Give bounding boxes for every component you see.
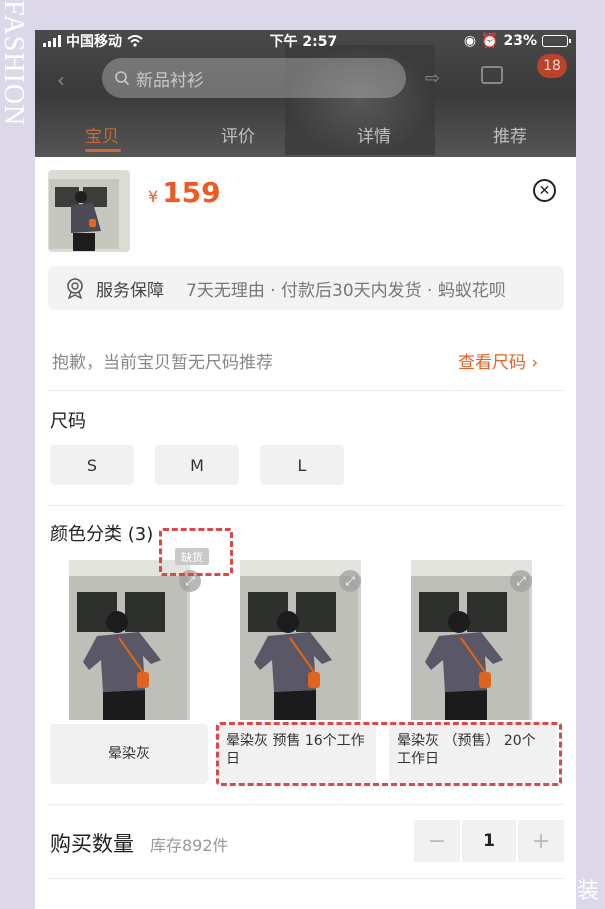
color-category-label: 颜色分类 (3) bbox=[50, 524, 154, 545]
divider bbox=[48, 804, 564, 805]
cart-icon[interactable] bbox=[481, 66, 503, 84]
battery-icon bbox=[542, 35, 571, 47]
highlight-box-presale bbox=[216, 722, 562, 786]
corner-decor-text: 装 bbox=[576, 879, 599, 904]
fashion-watermark: FASHION bbox=[0, 0, 29, 127]
search-input[interactable]: 新品衬衫 bbox=[102, 58, 406, 98]
active-tab-indicator bbox=[85, 149, 121, 152]
carrier-label: 中国移动 bbox=[66, 34, 122, 50]
status-bar: 中国移动 下午 2:57 ◉ ⏰ 23% bbox=[35, 30, 576, 52]
clock: 下午 2:57 bbox=[269, 34, 338, 50]
wifi-icon bbox=[127, 35, 143, 47]
price-value: 159 bbox=[162, 176, 221, 209]
tab-product[interactable]: 宝贝 bbox=[85, 122, 119, 147]
service-guarantee[interactable]: 服务保障 7天无理由 · 付款后30天内发货 · 蚂蚁花呗 bbox=[48, 266, 564, 310]
divider bbox=[48, 505, 564, 506]
signal-icon bbox=[43, 35, 61, 47]
divider bbox=[48, 878, 564, 879]
search-row: ‹ 新品衬衫 ⇨ 18 bbox=[35, 54, 576, 102]
service-desc: 7天无理由 · 付款后30天内发货 · 蚂蚁花呗 bbox=[186, 280, 506, 301]
phone-screen: 中国移动 下午 2:57 ◉ ⏰ 23% ‹ 新品衬衫 ⇨ 18 宝贝 评价 详… bbox=[35, 30, 576, 909]
alarm-icon: ⏰ bbox=[481, 33, 499, 49]
back-arrow-icon[interactable]: ‹ bbox=[57, 68, 65, 92]
stock-count: 库存892件 bbox=[150, 836, 229, 855]
service-title: 服务保障 bbox=[96, 280, 164, 301]
tab-recommend[interactable]: 推荐 bbox=[493, 122, 527, 147]
close-icon: ✕ bbox=[538, 182, 551, 199]
color-option-1[interactable]: 晕染灰 bbox=[50, 724, 208, 784]
quantity-stepper: − 1 + bbox=[414, 820, 564, 862]
battery-percent: 23% bbox=[503, 33, 537, 49]
tab-details[interactable]: 详情 bbox=[357, 122, 391, 147]
badge-icon bbox=[67, 278, 83, 299]
search-icon bbox=[115, 71, 130, 86]
quantity-value[interactable]: 1 bbox=[462, 820, 516, 862]
dimmed-header: 中国移动 下午 2:57 ◉ ⏰ 23% ‹ 新品衬衫 ⇨ 18 宝贝 评价 详… bbox=[35, 30, 576, 157]
color-option-image-2[interactable]: ⤢ bbox=[240, 560, 361, 720]
quantity-label: 购买数量 bbox=[50, 832, 134, 856]
divider bbox=[48, 390, 564, 391]
size-recommend-hint: 抱歉，当前宝贝暂无尺码推荐 bbox=[52, 353, 273, 373]
search-placeholder: 新品衬衫 bbox=[136, 70, 204, 91]
price: ¥ 159 bbox=[148, 176, 221, 209]
color-option-image-1[interactable] bbox=[69, 560, 190, 720]
size-option-s[interactable]: S bbox=[50, 445, 134, 485]
close-button[interactable]: ✕ bbox=[533, 179, 556, 202]
color-option-image-3[interactable]: ⤢ bbox=[411, 560, 532, 720]
decrement-button[interactable]: − bbox=[414, 820, 460, 862]
expand-icon[interactable]: ⤢ bbox=[339, 570, 361, 592]
size-option-m[interactable]: M bbox=[155, 445, 239, 485]
tab-reviews[interactable]: 评价 bbox=[221, 122, 255, 147]
size-option-l[interactable]: L bbox=[260, 445, 344, 485]
view-size-chart-link[interactable]: 查看尺码 › bbox=[458, 348, 538, 373]
currency-symbol: ¥ bbox=[148, 187, 159, 206]
share-icon[interactable]: ⇨ bbox=[425, 68, 440, 89]
cart-count-badge[interactable]: 18 bbox=[537, 54, 567, 78]
product-tabs: 宝贝 评价 详情 推荐 bbox=[35, 116, 576, 156]
expand-icon[interactable]: ⤢ bbox=[510, 570, 532, 592]
highlight-box-stock-out bbox=[159, 528, 233, 576]
orientation-lock-icon: ◉ bbox=[463, 33, 477, 49]
product-thumbnail[interactable] bbox=[48, 170, 130, 252]
size-label: 尺码 bbox=[50, 411, 86, 432]
increment-button[interactable]: + bbox=[518, 820, 564, 862]
